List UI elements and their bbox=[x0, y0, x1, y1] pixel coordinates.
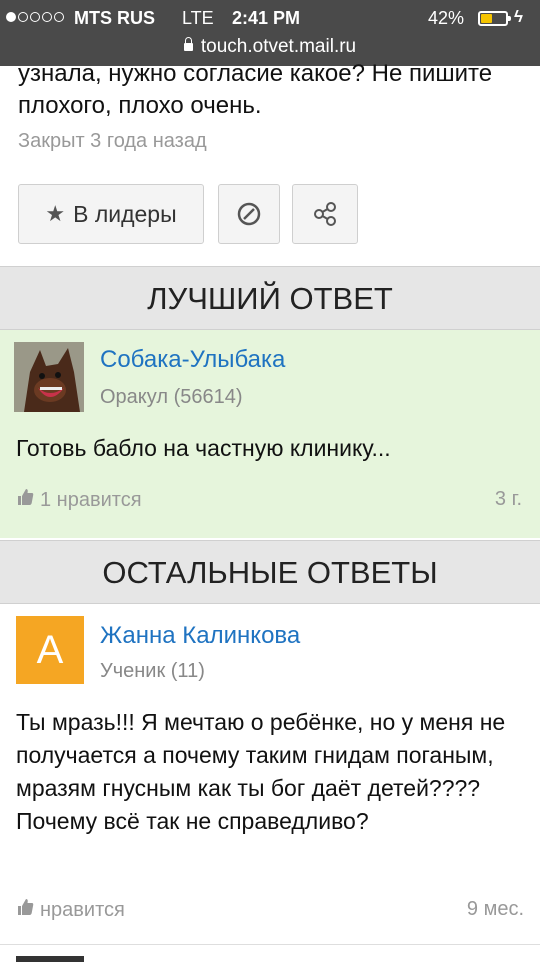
status-bar: MTS RUS LTE 2:41 PM 42% ϟ touch.otvet.ma… bbox=[0, 0, 540, 66]
star-icon: ★ bbox=[45, 201, 66, 226]
to-leaders-button[interactable]: ★ В лидеры bbox=[18, 184, 204, 244]
battery-icon bbox=[478, 11, 511, 26]
answer-author-link[interactable]: Жанна Калинкова bbox=[100, 622, 300, 650]
best-answer-text: Готовь бабло на частную клинику... bbox=[16, 435, 391, 461]
block-icon bbox=[237, 202, 261, 226]
avatar[interactable]: А bbox=[16, 616, 84, 684]
thumbs-up-icon bbox=[16, 898, 34, 922]
best-answer-like-button[interactable]: 1 нравится bbox=[16, 488, 142, 512]
battery-percent: 42% bbox=[428, 8, 465, 28]
answer-age: 9 мес. bbox=[466, 898, 524, 920]
answer-text: Ты мразь!!! Я мечтаю о ребёнке, но у мен… bbox=[16, 709, 506, 834]
thumbs-up-icon bbox=[16, 488, 34, 512]
best-answer-author-link[interactable]: Собака-Улыбака bbox=[100, 346, 285, 374]
address-bar[interactable]: touch.otvet.mail.ru bbox=[0, 36, 540, 58]
best-answer-heading: ЛУЧШИЙ ОТВЕТ bbox=[0, 266, 540, 330]
best-answer-author-rank: Оракул (56614) bbox=[100, 386, 243, 408]
best-answer-age: 3 г. bbox=[494, 488, 522, 510]
answer-author-rank: Ученик (11) bbox=[100, 660, 205, 682]
report-button[interactable] bbox=[218, 184, 280, 244]
divider bbox=[0, 944, 540, 945]
share-icon bbox=[314, 202, 336, 226]
next-answer-avatar bbox=[16, 956, 84, 962]
answer-like-button[interactable]: нравится bbox=[16, 898, 125, 922]
dog-avatar-icon bbox=[14, 342, 84, 412]
other-answers-heading: ОСТАЛЬНЫЕ ОТВЕТЫ bbox=[0, 540, 540, 604]
signal-strength-icon bbox=[6, 12, 64, 22]
question-closed-status: Закрыт 3 года назад bbox=[18, 130, 207, 152]
best-answer-like-label: 1 нравится bbox=[40, 488, 142, 511]
avatar[interactable] bbox=[14, 342, 84, 412]
share-button[interactable] bbox=[292, 184, 358, 244]
carrier-name: MTS RUS bbox=[74, 8, 155, 28]
to-leaders-label: В лидеры bbox=[73, 200, 177, 227]
network-type: LTE bbox=[182, 8, 214, 28]
answer-like-label: нравится bbox=[40, 898, 125, 921]
lock-icon bbox=[183, 37, 193, 51]
question-text: узнала, нужно согласие какое? Не пишите … bbox=[18, 60, 493, 119]
best-answer-card: Собака-Улыбака Оракул (56614) Готовь баб… bbox=[0, 330, 540, 538]
url-text: touch.otvet.mail.ru bbox=[200, 36, 357, 57]
clock: 2:41 PM bbox=[232, 8, 301, 28]
charging-icon: ϟ bbox=[514, 7, 523, 26]
